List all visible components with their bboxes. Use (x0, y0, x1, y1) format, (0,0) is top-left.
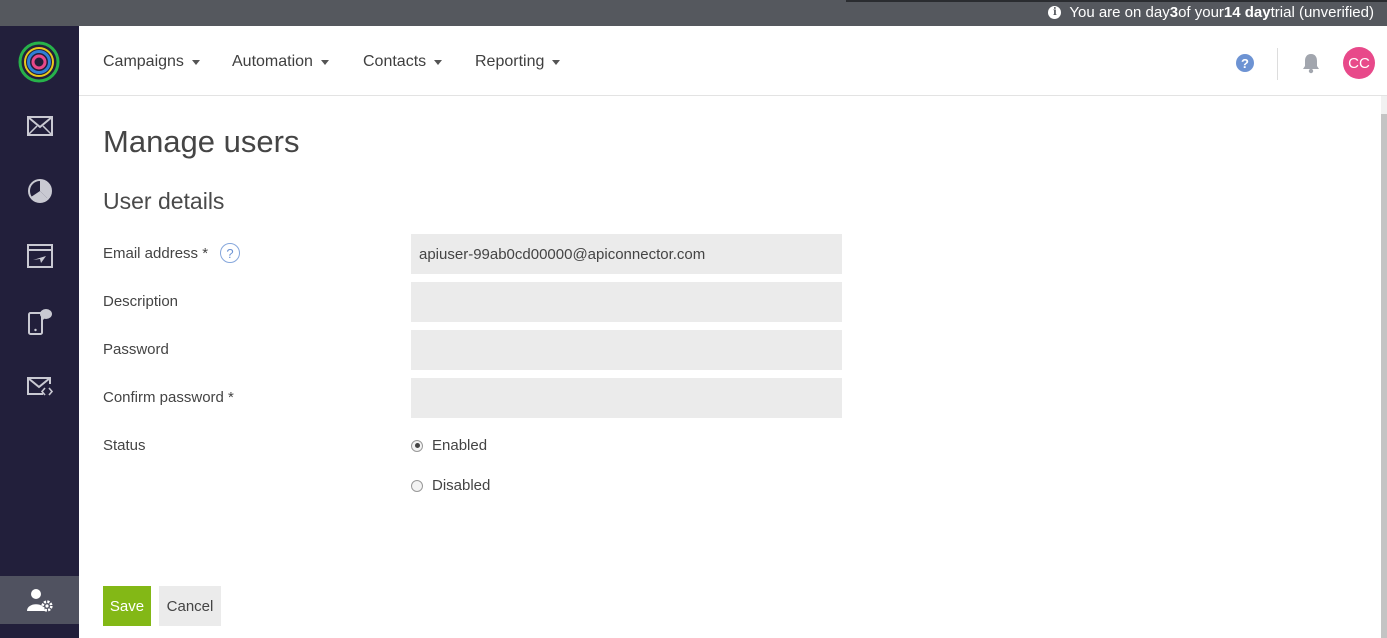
password-field[interactable] (411, 330, 842, 370)
page-scrollbar[interactable] (1381, 96, 1387, 638)
question-icon[interactable]: ? (220, 243, 241, 263)
bell-icon[interactable] (1301, 52, 1321, 74)
trial-day: 3 (1169, 4, 1179, 21)
avatar[interactable]: CC (1343, 47, 1375, 79)
description-label: Description (103, 293, 179, 310)
info-icon: i (1048, 6, 1062, 19)
envelope-code-icon (26, 377, 53, 396)
save-button[interactable]: Save (103, 586, 151, 626)
banner-edge (846, 0, 1387, 2)
nav-item-contacts[interactable]: Contacts (363, 53, 443, 71)
status-option-enabled[interactable]: Enabled (411, 437, 487, 454)
nav-divider (1277, 48, 1278, 80)
password-label: Password (103, 341, 169, 358)
trial-banner: i You are on day 3 of your 14 day trial … (0, 0, 1387, 26)
sidebar-item-manage-users[interactable] (0, 576, 79, 624)
scrollbar-thumb[interactable] (1381, 114, 1387, 638)
trial-middle: of your (1178, 4, 1224, 21)
caret-down-icon (434, 59, 443, 65)
help-icon[interactable]: ? (1236, 54, 1254, 72)
description-field[interactable] (411, 282, 842, 322)
trial-suffix: trial (unverified) (1270, 4, 1374, 21)
email-field[interactable] (411, 234, 842, 274)
sidebar-item-reporting[interactable] (0, 167, 79, 215)
top-nav: Campaigns Automation Contacts Reporting … (79, 26, 1387, 96)
trial-message: i You are on day 3 of your 14 day trial … (1048, 4, 1374, 21)
section-title: User details (103, 188, 225, 214)
nav-label-contacts: Contacts (363, 53, 427, 70)
window-plane-icon (26, 244, 53, 268)
radio-disabled[interactable] (411, 479, 423, 492)
page-title: Manage users (103, 124, 300, 159)
email-label-text: Email address * (103, 244, 209, 262)
sidebar-item-transactional[interactable] (0, 232, 79, 280)
radio-enabled-label: Enabled (432, 437, 488, 454)
nav-item-automation[interactable]: Automation (232, 53, 329, 71)
radio-enabled[interactable] (411, 439, 423, 452)
status-label: Status (103, 437, 146, 454)
caret-down-icon (552, 59, 561, 65)
app-logo[interactable] (18, 41, 60, 83)
envelope-icon (26, 116, 53, 136)
caret-down-icon (320, 59, 329, 65)
pie-chart-icon (27, 179, 52, 203)
status-option-disabled[interactable]: Disabled (411, 477, 490, 494)
user-gear-icon (26, 589, 53, 612)
nav-item-reporting[interactable]: Reporting (475, 53, 561, 71)
cancel-button[interactable]: Cancel (159, 586, 221, 626)
sidebar-item-email-code[interactable] (0, 362, 79, 410)
radio-disabled-label: Disabled (432, 477, 491, 494)
confirm-password-label: Confirm password * (103, 389, 234, 406)
trial-prefix: You are on day (1069, 4, 1170, 21)
sidebar-item-email-campaigns[interactable] (0, 102, 79, 150)
confirm-password-field[interactable] (411, 378, 842, 418)
nav-label-automation: Automation (232, 53, 313, 70)
caret-down-icon (191, 59, 200, 65)
sidebar-item-sms[interactable] (0, 297, 79, 345)
email-label: Email address * ? (103, 243, 241, 263)
nav-label-campaigns: Campaigns (103, 53, 184, 70)
mobile-chat-icon (27, 309, 52, 335)
nav-item-campaigns[interactable]: Campaigns (103, 53, 200, 71)
trial-length: 14 day (1223, 4, 1271, 21)
sidebar (0, 26, 79, 638)
nav-label-reporting: Reporting (475, 53, 545, 70)
